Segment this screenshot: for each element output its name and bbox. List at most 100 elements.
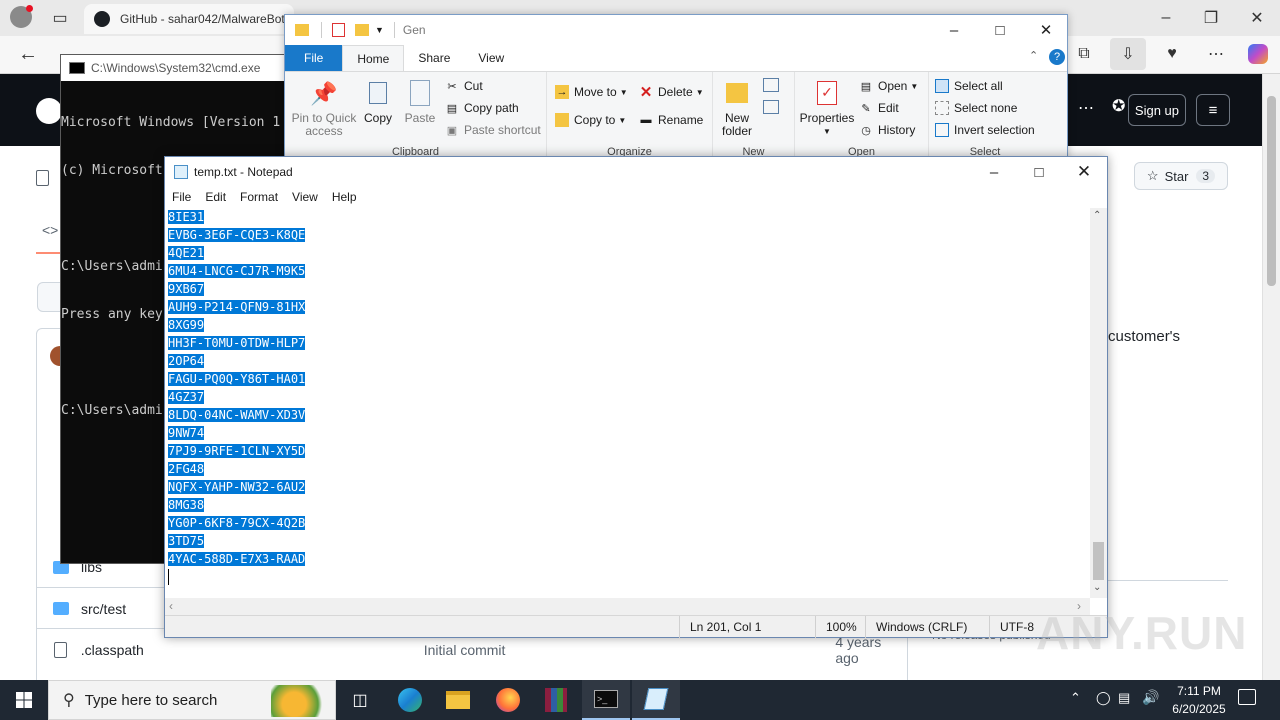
text-line: 6MU4-LNCG-CJ7R-M9K5 bbox=[168, 264, 306, 278]
cmd-taskbar-icon[interactable]: >_ bbox=[582, 680, 630, 720]
close-icon[interactable]: ✕ bbox=[1061, 157, 1107, 187]
security-icon[interactable]: ◯ bbox=[1096, 690, 1111, 706]
scroll-down-arrow-icon[interactable]: ⌄ bbox=[1093, 582, 1101, 593]
copilot-icon[interactable] bbox=[1248, 44, 1268, 64]
delete-button[interactable]: ✕ Delete ▼ bbox=[639, 82, 704, 102]
code-tab-icon[interactable]: <> bbox=[42, 222, 58, 238]
notepad-titlebar[interactable]: temp.txt - Notepad – □ ✕ bbox=[165, 157, 1107, 187]
star-button[interactable]: ☆ Star 3 bbox=[1134, 162, 1228, 190]
edge-browser-icon[interactable] bbox=[386, 680, 434, 720]
invert-selection-icon bbox=[935, 123, 949, 137]
cmd-title: C:\Windows\System32\cmd.exe bbox=[91, 61, 261, 75]
new-folder-button[interactable]: New folder bbox=[717, 78, 757, 138]
text-line: 4GZ37 bbox=[168, 390, 205, 404]
tab-view[interactable]: View bbox=[464, 45, 518, 71]
minimize-icon[interactable]: – bbox=[1152, 4, 1180, 32]
browser-tab[interactable]: GitHub - sahar042/MalwareBot bbox=[84, 4, 294, 34]
taskbar-search-box[interactable]: ⚲ Type here to search bbox=[48, 680, 336, 720]
scroll-up-arrow-icon[interactable]: ⌃ bbox=[1093, 210, 1101, 221]
tab-home[interactable]: Home bbox=[342, 45, 405, 71]
browser-essentials-icon[interactable]: ♥ bbox=[1158, 40, 1186, 68]
minimize-icon[interactable]: – bbox=[931, 15, 977, 45]
menu-format[interactable]: Format bbox=[233, 190, 285, 204]
collections-icon[interactable]: ⧉ bbox=[1070, 40, 1098, 68]
notepad-vertical-scrollbar[interactable]: ⌃ ⌄ bbox=[1090, 208, 1107, 598]
easy-access-icon[interactable] bbox=[763, 100, 779, 114]
collapse-ribbon-icon[interactable]: ⌃ bbox=[1029, 49, 1038, 62]
menu-edit[interactable]: Edit bbox=[198, 190, 233, 204]
profile-avatar-icon[interactable] bbox=[10, 5, 33, 28]
restore-icon[interactable]: ❐ bbox=[1197, 4, 1225, 32]
more-icon[interactable]: ⋯ bbox=[1078, 98, 1094, 118]
rename-button[interactable]: ▬ Rename bbox=[639, 110, 704, 130]
notepad-taskbar-icon[interactable] bbox=[632, 680, 680, 720]
clock[interactable]: 7:11 PM 6/20/2025 bbox=[1164, 682, 1234, 718]
more-menu-icon[interactable]: ⋯ bbox=[1202, 40, 1230, 68]
scroll-left-arrow-icon[interactable]: ‹ bbox=[169, 599, 173, 613]
browser-scroll-thumb[interactable] bbox=[1267, 96, 1276, 286]
task-view-icon[interactable]: ◫ bbox=[336, 680, 384, 720]
notepad-text-area[interactable]: 8IE31 EVBG-3E6F-CQE3-K8QE 4QE21 6MU4-LNC… bbox=[168, 208, 1090, 598]
notepad-horizontal-scrollbar[interactable]: ‹ › bbox=[165, 598, 1090, 615]
scroll-thumb[interactable] bbox=[1093, 542, 1104, 580]
github-logo-icon[interactable] bbox=[36, 98, 62, 124]
paste-shortcut-button[interactable]: ▣ Paste shortcut bbox=[445, 120, 541, 140]
pin-icon[interactable]: ✪ bbox=[1112, 96, 1125, 116]
explorer-titlebar[interactable]: ▼ Gen – □ ✕ bbox=[285, 15, 1067, 45]
properties-quick-icon[interactable] bbox=[332, 23, 345, 37]
history-button[interactable]: ◷ History bbox=[859, 120, 915, 140]
cmd-titlebar[interactable]: C:\Windows\System32\cmd.exe bbox=[61, 55, 311, 81]
maximize-icon[interactable]: □ bbox=[977, 15, 1023, 45]
quick-access-dropdown-icon[interactable]: ▼ bbox=[375, 25, 384, 35]
select-none-button[interactable]: Select none bbox=[935, 98, 1017, 118]
edit-button[interactable]: ✎ Edit bbox=[859, 98, 898, 118]
new-folder-quick-icon[interactable] bbox=[355, 24, 369, 36]
minimize-icon[interactable]: – bbox=[971, 157, 1017, 187]
select-all-button[interactable]: Select all bbox=[935, 76, 1003, 96]
copy-to-button[interactable]: Copy to ▼ bbox=[555, 110, 626, 130]
back-arrow-icon[interactable]: ← bbox=[14, 40, 42, 68]
pin-quick-access-button[interactable]: 📌 Pin to Quick access bbox=[289, 78, 359, 138]
close-icon[interactable]: ✕ bbox=[1243, 4, 1271, 32]
network-icon[interactable]: ▤ bbox=[1118, 690, 1130, 706]
maximize-icon[interactable]: □ bbox=[1016, 157, 1062, 187]
tab-share[interactable]: Share bbox=[404, 45, 464, 71]
text-line: 8MG38 bbox=[168, 498, 205, 512]
menu-view[interactable]: View bbox=[285, 190, 325, 204]
browser-scrollbar[interactable] bbox=[1262, 74, 1280, 680]
sign-up-button[interactable]: Sign up bbox=[1128, 94, 1186, 126]
tab-actions-icon[interactable]: ▭ bbox=[46, 4, 74, 32]
move-to-button[interactable]: → Move to ▼ bbox=[555, 82, 628, 102]
edit-pencil-icon: ✎ bbox=[861, 102, 871, 115]
history-label: History bbox=[878, 123, 916, 137]
separator bbox=[321, 22, 322, 38]
show-hidden-icons-icon[interactable]: ⌃ bbox=[1070, 690, 1081, 706]
start-windows-icon[interactable] bbox=[0, 680, 48, 720]
settings-sliders-icon[interactable]: ≡ bbox=[1196, 94, 1230, 126]
notepad-window[interactable]: temp.txt - Notepad – □ ✕ File Edit Forma… bbox=[164, 156, 1108, 638]
properties-button[interactable]: ✓ Properties ▼ bbox=[799, 78, 855, 138]
cut-button[interactable]: ✂ Cut bbox=[445, 76, 482, 96]
open-button[interactable]: ▤ Open ▼ bbox=[859, 76, 918, 96]
help-icon[interactable]: ? bbox=[1049, 49, 1065, 65]
commit-message[interactable]: Initial commit bbox=[424, 642, 836, 658]
invert-selection-button[interactable]: Invert selection bbox=[935, 120, 1035, 140]
firefox-icon[interactable] bbox=[484, 680, 532, 720]
menu-file[interactable]: File bbox=[165, 190, 198, 204]
downloads-icon[interactable]: ⇩ bbox=[1110, 38, 1146, 70]
close-icon[interactable]: ✕ bbox=[1023, 15, 1069, 45]
file-name[interactable]: src/test bbox=[81, 601, 126, 617]
volume-icon[interactable]: 🔊 bbox=[1142, 689, 1159, 706]
file-explorer-window[interactable]: ▼ Gen – □ ✕ File Home Share View ⌃ ? 📌 P… bbox=[284, 14, 1068, 160]
menu-help[interactable]: Help bbox=[325, 190, 364, 204]
winrar-icon[interactable] bbox=[532, 680, 580, 720]
paste-button[interactable]: Paste bbox=[399, 78, 441, 125]
copy-path-button[interactable]: ▤ Copy path bbox=[445, 98, 519, 118]
notifications-icon[interactable] bbox=[1238, 689, 1256, 705]
new-item-icon[interactable] bbox=[763, 78, 779, 92]
copy-button[interactable]: Copy bbox=[359, 78, 397, 125]
file-name[interactable]: .classpath bbox=[81, 642, 424, 658]
dropdown-arrow-icon: ▼ bbox=[618, 115, 627, 125]
tab-file[interactable]: File bbox=[285, 45, 343, 71]
file-explorer-icon[interactable] bbox=[434, 680, 482, 720]
